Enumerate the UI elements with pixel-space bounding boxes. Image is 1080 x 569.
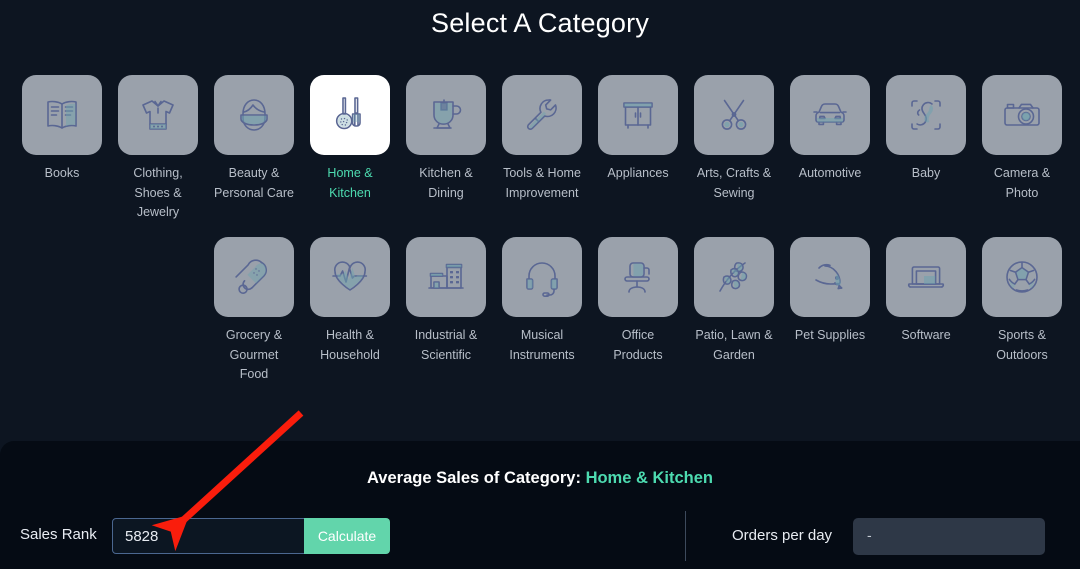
category-tile-label: Tools & Home Improvement [503, 166, 581, 200]
category-tile-label: Industrial & Scientific [414, 328, 478, 362]
orders-per-day-value: - [853, 518, 1045, 555]
orders-per-day-label: Orders per day [732, 527, 833, 544]
car-icon [790, 75, 870, 155]
shirt-icon [118, 75, 198, 155]
category-tile-office-products[interactable]: Office Products [598, 237, 678, 365]
category-tile-kitchen-dining[interactable]: Kitchen & Dining [406, 75, 486, 203]
category-tile-label: Pet Supplies [794, 328, 866, 342]
category-tile-label: Musical Instruments [509, 328, 575, 362]
category-tile-baby[interactable]: Baby [886, 75, 966, 184]
category-tile-musical-instruments[interactable]: Musical Instruments [502, 237, 582, 365]
category-tile-label: Camera & Photo [993, 166, 1051, 200]
book-icon [22, 75, 102, 155]
category-tile-pet-supplies[interactable]: Pet Supplies [790, 237, 870, 346]
category-tile-label: Home & Kitchen [327, 166, 373, 200]
kitchen-utensils-icon [310, 75, 390, 155]
category-tile-beauty-personal-care[interactable]: Beauty & Personal Care [214, 75, 294, 203]
cabinet-icon [598, 75, 678, 155]
scissors-icon [694, 75, 774, 155]
camera-icon [982, 75, 1062, 155]
sales-rank-input[interactable] [112, 518, 306, 554]
heart-pulse-icon [310, 237, 390, 317]
category-tile-label: Baby [911, 166, 941, 180]
category-tile-label: Health & Household [320, 328, 380, 362]
category-tile-appliances[interactable]: Appliances [598, 75, 678, 184]
category-tile-label: Books [44, 166, 80, 180]
category-tile-label: Beauty & Personal Care [214, 166, 294, 200]
category-tile-label: Appliances [607, 166, 669, 180]
page-title: Select A Category [430, 8, 650, 38]
category-grid: Books Clothing, Shoes & Jewelry Beauty &… [0, 75, 1080, 420]
category-tile-label: Arts, Crafts & Sewing [696, 166, 772, 200]
category-tile-home-kitchen[interactable]: Home & Kitchen [310, 75, 390, 203]
category-tile-automotive[interactable]: Automotive [790, 75, 870, 184]
category-tile-clothing-shoes-jewelry[interactable]: Clothing, Shoes & Jewelry [118, 75, 198, 223]
category-tile-label: Kitchen & Dining [419, 166, 473, 200]
category-tile-sports-outdoors[interactable]: Sports & Outdoors [982, 237, 1062, 365]
average-sales-line: Average Sales of Category: Home & Kitche… [0, 469, 1080, 488]
laptop-icon [886, 237, 966, 317]
category-tile-label: Sports & Outdoors [996, 328, 1048, 362]
dog-icon [790, 237, 870, 317]
category-tile-camera-photo[interactable]: Camera & Photo [982, 75, 1062, 203]
category-tile-arts-crafts-sewing[interactable]: Arts, Crafts & Sewing [694, 75, 774, 203]
face-mask-icon [214, 75, 294, 155]
vertical-divider [685, 511, 686, 561]
category-tile-industrial-scientific[interactable]: Industrial & Scientific [406, 237, 486, 365]
calculate-button[interactable]: Calculate [304, 518, 390, 554]
category-tile-label: Patio, Lawn & Garden [695, 328, 773, 362]
mug-icon [406, 75, 486, 155]
soccer-ball-icon [982, 237, 1062, 317]
category-tile-tools-home-improvement[interactable]: Tools & Home Improvement [502, 75, 582, 203]
baby-icon [886, 75, 966, 155]
category-selector-app: Select A Category Books Clothing, Shoes … [0, 0, 1080, 569]
sales-rank-label: Sales Rank [20, 526, 97, 543]
category-tile-label: Grocery & Gourmet Food [225, 328, 283, 381]
category-tile-books[interactable]: Books [22, 75, 102, 184]
category-tile-label: Clothing, Shoes & Jewelry [133, 166, 183, 219]
category-tile-grocery-gourmet-food[interactable]: Grocery & Gourmet Food [214, 237, 294, 385]
category-tile-patio-lawn-garden[interactable]: Patio, Lawn & Garden [694, 237, 774, 365]
category-tile-software[interactable]: Software [886, 237, 966, 346]
sales-rank-group: Calculate [112, 518, 390, 554]
drumstick-icon [214, 237, 294, 317]
category-tile-label: Automotive [798, 166, 862, 180]
factory-icon [406, 237, 486, 317]
category-tile-label: Software [901, 328, 951, 342]
office-chair-icon [598, 237, 678, 317]
plant-branch-icon [694, 237, 774, 317]
average-sales-prefix: Average Sales of Category: [367, 469, 581, 487]
category-tile-label: Office Products [613, 328, 663, 362]
wrench-icon [502, 75, 582, 155]
average-sales-category: Home & Kitchen [585, 469, 713, 487]
category-tile-health-household[interactable]: Health & Household [310, 237, 390, 365]
headset-icon [502, 237, 582, 317]
